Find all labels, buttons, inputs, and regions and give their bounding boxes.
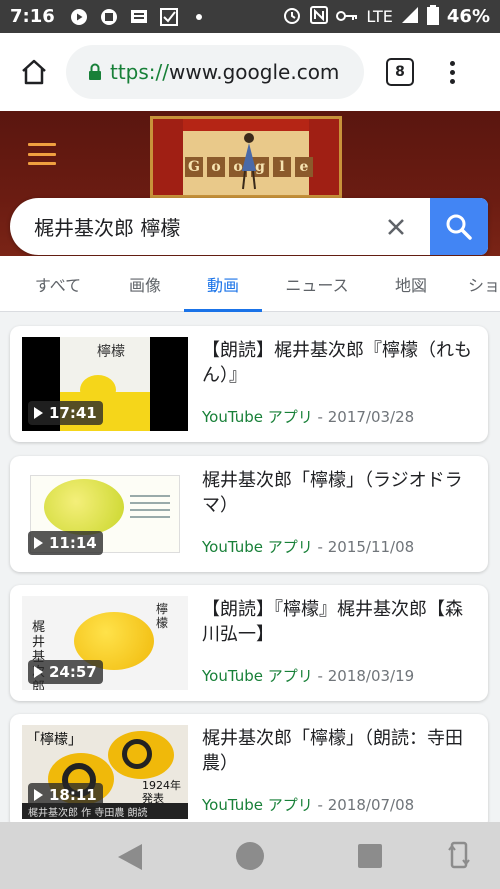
tab-shopping[interactable]: ショ (468, 256, 500, 312)
duration-badge: 24:57 (28, 660, 103, 684)
video-source: YouTube アプリ - 2017/03/28 (202, 408, 415, 426)
close-icon (388, 218, 404, 235)
dot (449, 60, 455, 66)
message-icon (129, 7, 149, 27)
video-result[interactable]: 檸檬 17:41 【朗読】梶井基次郎『檸檬（れもん）』 YouTube アプリ … (10, 326, 488, 442)
video-result[interactable]: 梶井基次郎 檸檬 24:57 【朗読】『檸檬』梶井基次郎【森川弘一】 YouTu… (10, 585, 488, 701)
video-source: YouTube アプリ - 2015/11/08 (202, 538, 415, 556)
video-title[interactable]: 梶井基次郎「檸檬」（ラジオドラマ） (202, 468, 472, 518)
tab-videos[interactable]: 動画 (184, 256, 262, 312)
alarm-icon (282, 5, 302, 29)
search-button[interactable] (430, 198, 488, 255)
thumbnail-text: 1924年 発表 (142, 779, 181, 805)
home-icon (22, 59, 46, 85)
battery-percent: 46% (446, 6, 490, 27)
play-icon (34, 537, 43, 549)
dot (449, 78, 455, 84)
youtube-icon (69, 7, 89, 27)
key-icon (336, 7, 358, 26)
url-bar[interactable]: ttps://www.google.com (66, 45, 364, 99)
google-doodle[interactable]: G o o g l e (150, 116, 342, 198)
status-bar: 7:16 LTE 46% (0, 0, 500, 33)
video-thumbnail[interactable]: 檸檬 17:41 (22, 337, 188, 431)
url-scheme: ttps:// (110, 60, 170, 84)
nfc-icon (310, 5, 329, 28)
play-icon (34, 666, 43, 678)
status-right: LTE 46% (282, 4, 490, 29)
tab-news[interactable]: ニュース (272, 256, 362, 312)
system-nav-bar (0, 822, 500, 889)
back-icon[interactable] (118, 844, 142, 870)
clear-search-button[interactable] (376, 207, 416, 247)
video-result[interactable]: 「檸檬」 1924年 発表 梶井基次郎 作 寺田農 朗読 18:11 梶井基次郎… (10, 714, 488, 830)
video-thumbnail[interactable]: 梶井基次郎 檸檬 24:57 (22, 596, 188, 690)
tab-switcher-button[interactable]: 8 (386, 58, 414, 86)
video-source: YouTube アプリ - 2018/07/08 (202, 796, 415, 814)
video-title[interactable]: 【朗読】梶井基次郎『檸檬（れもん）』 (202, 338, 472, 388)
duration-badge: 11:14 (28, 531, 103, 555)
more-menu-button[interactable] (442, 52, 462, 92)
recent-apps-icon[interactable] (358, 844, 382, 868)
search-icon (446, 214, 472, 240)
duration-badge: 17:41 (28, 401, 103, 425)
news-icon (99, 7, 119, 27)
hamburger-menu-icon[interactable] (28, 143, 56, 165)
tab-all[interactable]: すべて (14, 256, 102, 312)
dot-icon (189, 7, 209, 27)
video-thumbnail[interactable]: 11:14 (22, 467, 188, 561)
url-host: www.google.com (169, 60, 340, 84)
thumbnail-text: 「檸檬」 (26, 732, 82, 748)
home-circle-icon[interactable] (236, 842, 264, 870)
thumbnail-text: 檸檬 (156, 602, 169, 630)
play-icon (34, 789, 43, 801)
rotate-icon[interactable] (448, 840, 470, 870)
check-box-icon (159, 7, 179, 27)
search-tabs: すべて 画像 動画 ニュース 地図 ショ (0, 256, 500, 312)
home-button[interactable] (14, 52, 54, 92)
doodle-figure-icon (242, 133, 256, 190)
tab-count: 8 (395, 64, 405, 80)
video-title[interactable]: 梶井基次郎「檸檬」（朗読：寺田農） (202, 726, 472, 776)
browser-toolbar: ttps://www.google.com 8 (0, 33, 500, 111)
lock-icon (89, 63, 101, 80)
status-time: 7:16 (10, 6, 55, 27)
video-source: YouTube アプリ - 2018/03/19 (202, 667, 415, 685)
search-box: 梶井基次郎 檸檬 (10, 198, 488, 255)
tab-images[interactable]: 画像 (110, 256, 180, 312)
signal-icon (401, 6, 419, 28)
duration-badge: 18:11 (28, 783, 103, 807)
play-icon (34, 407, 43, 419)
video-title[interactable]: 【朗読】『檸檬』梶井基次郎【森川弘一】 (202, 597, 472, 647)
battery-icon (426, 4, 439, 29)
tab-maps[interactable]: 地図 (376, 256, 446, 312)
video-thumbnail[interactable]: 「檸檬」 1924年 発表 梶井基次郎 作 寺田農 朗読 18:11 (22, 725, 188, 819)
network-label: LTE (366, 7, 393, 26)
search-input[interactable]: 梶井基次郎 檸檬 (34, 212, 376, 241)
thumbnail-text: 檸檬 (97, 344, 125, 360)
video-result[interactable]: 11:14 梶井基次郎「檸檬」（ラジオドラマ） YouTube アプリ - 20… (10, 456, 488, 572)
dot (449, 69, 455, 75)
